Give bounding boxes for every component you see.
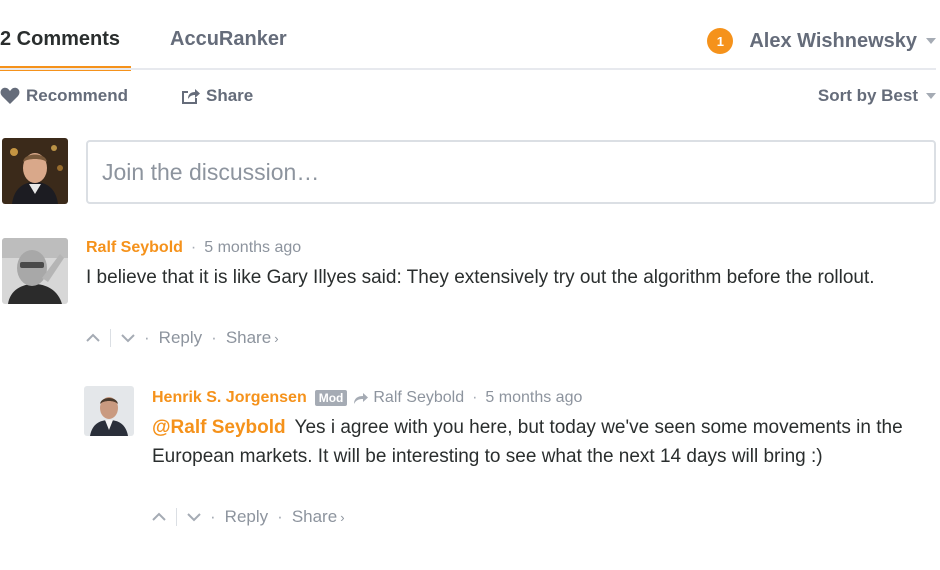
comment-body: @Ralf Seybold Yes i agree with you here,… (152, 413, 922, 471)
separator-dot: · (190, 239, 197, 256)
author-avatar-image (2, 238, 68, 304)
separator-dot: · (472, 389, 478, 406)
share-label: Share (206, 86, 254, 105)
separator-dot: · (210, 507, 216, 526)
reply-button[interactable]: Reply (159, 328, 202, 348)
tab-comments[interactable]: 2 Comments (0, 28, 120, 51)
share-button[interactable]: Share (292, 507, 337, 527)
comment-header: Ralf Seybold · 5 months ago (86, 239, 301, 257)
author-avatar-image (84, 386, 134, 436)
recommend-label: Recommend (26, 86, 129, 105)
discussion-toolbar: Recommend Share Sort by Best (0, 84, 936, 110)
comment-header: Henrik S. Jorgensen Mod Ralf Seybold · 5… (152, 389, 582, 407)
share-button[interactable]: Share (180, 86, 253, 106)
recommend-button[interactable]: Recommend (0, 86, 128, 106)
separator-dot: · (144, 328, 150, 347)
vote-divider (110, 329, 111, 347)
reply-to-author: Ralf Seybold (373, 389, 465, 406)
separator-dot: · (211, 328, 217, 347)
comment-timestamp[interactable]: 5 months ago (485, 389, 582, 407)
comment-actions: · Reply · Share › (86, 328, 279, 348)
share-button[interactable]: Share (226, 328, 271, 348)
separator-dot: · (277, 507, 283, 526)
heart-icon (0, 87, 20, 104)
chevron-down-icon[interactable] (926, 38, 936, 44)
sort-label: Sort by Best (817, 86, 918, 105)
user-avatar-image (2, 138, 68, 204)
notification-badge[interactable]: 1 (707, 28, 734, 54)
comment-actions: · Reply · Share › (152, 507, 345, 527)
reply-arrow-icon (354, 392, 369, 404)
downvote-button[interactable] (121, 333, 135, 343)
avatar[interactable] (2, 138, 68, 204)
vote-divider (176, 508, 177, 526)
moderator-badge: Mod (314, 390, 348, 406)
comment-timestamp[interactable]: 5 months ago (204, 239, 301, 257)
user-menu[interactable]: 1 Alex Wishnewsky (707, 28, 936, 54)
downvote-button[interactable] (187, 512, 201, 522)
upvote-button[interactable] (152, 512, 166, 522)
share-arrow-icon (182, 89, 200, 104)
user-name[interactable]: Alex Wishnewsky (749, 30, 917, 53)
avatar[interactable] (84, 386, 134, 436)
reply-button[interactable]: Reply (225, 507, 268, 527)
chevron-up-icon (152, 512, 166, 521)
user-mention[interactable]: @Ralf Seybold (152, 417, 286, 438)
tab-forum[interactable]: AccuRanker (170, 28, 287, 51)
chevron-down-icon (926, 93, 936, 99)
sort-dropdown[interactable]: Sort by Best (818, 86, 936, 106)
chevron-down-icon (187, 513, 201, 522)
comment-input[interactable]: Join the discussion… (86, 140, 936, 204)
comment-author[interactable]: Henrik S. Jorgensen (152, 389, 307, 407)
chevron-right-icon: › (340, 509, 345, 525)
chevron-down-icon (121, 334, 135, 343)
top-nav: 2 Comments AccuRanker 1 Alex Wishnewsky (0, 0, 940, 71)
nav-divider (0, 68, 936, 70)
comment-body: I believe that it is like Gary Illyes sa… (86, 267, 875, 288)
in-reply-to[interactable]: Ralf Seybold (353, 389, 464, 407)
comment-author[interactable]: Ralf Seybold (86, 239, 183, 257)
upvote-button[interactable] (86, 333, 100, 343)
avatar[interactable] (2, 238, 68, 304)
chevron-right-icon: › (274, 330, 279, 346)
chevron-up-icon (86, 333, 100, 342)
